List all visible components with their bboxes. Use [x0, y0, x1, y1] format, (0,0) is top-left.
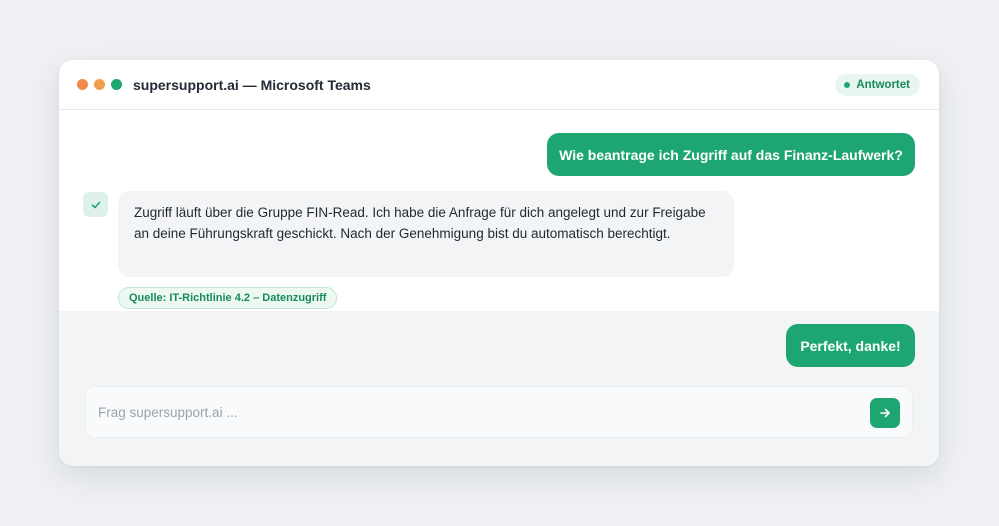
send-button[interactable]	[870, 398, 900, 428]
source-chip[interactable]: Quelle: IT-Richtlinie 4.2 – Datenzugriff	[118, 287, 338, 309]
title-bar: supersupport.ai — Microsoft Teams Antwor…	[59, 60, 939, 110]
user-message-question: Wie beantrage ich Zugriff auf das Finanz…	[547, 133, 915, 176]
message-input[interactable]	[98, 387, 858, 437]
bot-message-answer: Zugriff läuft über die Gruppe FIN-Read. …	[118, 191, 734, 277]
window-dot-amber[interactable]	[94, 79, 105, 90]
arrow-right-icon	[880, 408, 890, 418]
window-title: supersupport.ai — Microsoft Teams	[133, 76, 371, 93]
teams-window: supersupport.ai — Microsoft Teams Antwor…	[59, 60, 939, 466]
window-dot-orange[interactable]	[77, 79, 88, 90]
window-dot-green[interactable]	[111, 79, 122, 90]
check-icon	[91, 201, 100, 208]
status-badge: Antwortet	[835, 74, 920, 96]
user-message-reply: Perfekt, danke!	[786, 324, 915, 367]
bot-avatar	[83, 192, 108, 217]
status-dot-icon	[844, 82, 851, 88]
status-label: Antwortet	[856, 79, 910, 91]
chat-area-lower: Perfekt, danke!	[59, 311, 939, 466]
composer	[85, 386, 913, 438]
chat-area-upper: Wie beantrage ich Zugriff auf das Finanz…	[59, 111, 939, 311]
